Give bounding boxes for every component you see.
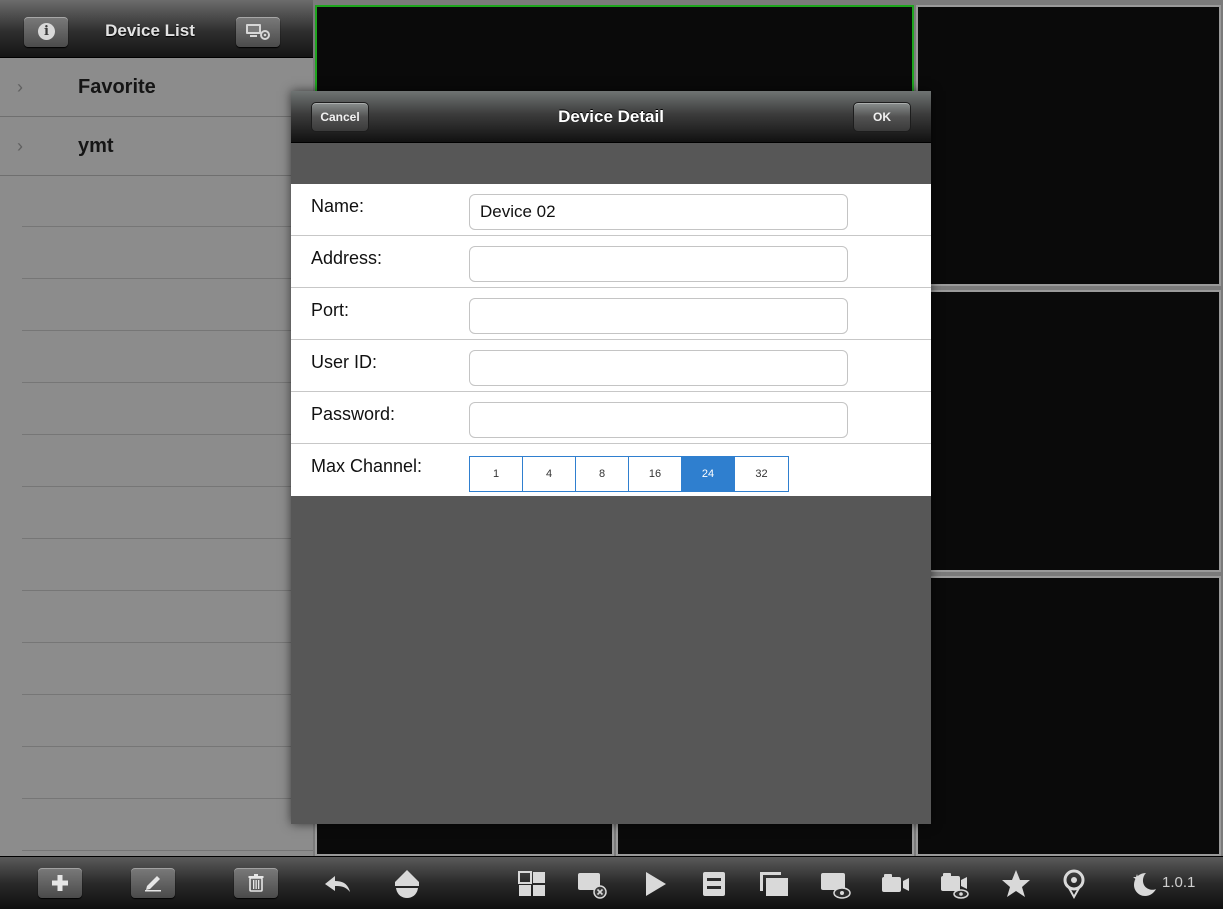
list-divider [22, 694, 313, 695]
chevron-right-icon: › [17, 77, 23, 97]
list-divider [22, 226, 313, 227]
list-divider [22, 278, 313, 279]
channel-option-8[interactable]: 8 [576, 457, 629, 491]
channel-option-1[interactable]: 1 [470, 457, 523, 491]
chevron-right-icon: › [17, 136, 23, 156]
list-divider [22, 850, 313, 851]
list-divider [22, 434, 313, 435]
device-group-label: Favorite [78, 76, 156, 98]
info-button[interactable]: i [24, 17, 68, 47]
device-settings-button[interactable] [236, 17, 280, 47]
channel-option-32[interactable]: 32 [735, 457, 788, 491]
app-version-label: 1.0.1 [1162, 874, 1196, 891]
max-channel-label: Max Channel: [311, 456, 423, 476]
form-row-name: Name: [291, 184, 931, 236]
fullscreen-icon[interactable] [757, 867, 791, 901]
bottom-toolbar: 1.0.1 [0, 856, 1223, 909]
port-label: Port: [311, 300, 350, 320]
device-settings-icon [246, 24, 270, 40]
user-id-label: User ID: [311, 352, 378, 372]
password-field[interactable] [469, 402, 848, 438]
layout-icon[interactable] [515, 867, 549, 901]
name-field[interactable] [469, 194, 848, 230]
list-divider [22, 642, 313, 643]
info-icon: i [38, 23, 55, 40]
record-icon[interactable] [878, 867, 912, 901]
port-field[interactable] [469, 298, 848, 334]
favorite-star-icon[interactable] [999, 867, 1033, 901]
form-row-address: Address: [291, 236, 931, 288]
cancel-button[interactable]: Cancel [311, 102, 369, 132]
video-cell[interactable] [916, 290, 1221, 572]
list-divider [22, 590, 313, 591]
form-row-user-id: User ID: [291, 340, 931, 392]
channel-option-24[interactable]: 24 [682, 457, 735, 491]
delete-device-button[interactable] [234, 868, 278, 898]
video-cell[interactable] [916, 576, 1221, 856]
password-label: Password: [311, 404, 396, 424]
location-icon[interactable] [1057, 867, 1091, 901]
add-icon [52, 875, 68, 891]
device-group-ymt[interactable]: › ymt [0, 117, 313, 176]
video-cell[interactable] [916, 5, 1221, 286]
add-device-button[interactable] [38, 868, 82, 898]
ok-button[interactable]: OK [853, 102, 911, 132]
ptz-icon[interactable] [390, 867, 424, 901]
device-list-sidebar: i Device List › Favorite › ymt [0, 0, 313, 856]
record-view-icon[interactable] [937, 867, 971, 901]
address-field[interactable] [469, 246, 848, 282]
dialog-title: Device Detail [558, 107, 664, 126]
night-mode-icon[interactable] [1126, 867, 1160, 901]
form-row-password: Password: [291, 392, 931, 444]
device-form: Name: Address: Port: User ID: Password: … [291, 184, 931, 496]
device-detail-dialog: Cancel Device Detail OK Name: Address: P… [291, 91, 931, 824]
sidebar-header: i Device List [0, 0, 313, 58]
sidebar-title: Device List [105, 21, 195, 40]
list-divider [22, 538, 313, 539]
close-view-icon[interactable] [575, 867, 609, 901]
form-row-max-channel: Max Channel: 1 4 8 16 24 32 [291, 444, 931, 496]
switch-icon[interactable] [697, 867, 731, 901]
delete-icon [248, 874, 264, 892]
address-label: Address: [311, 248, 383, 268]
device-group-label: ymt [78, 135, 114, 157]
back-arrow-icon[interactable] [321, 867, 355, 901]
device-group-favorite[interactable]: › Favorite [0, 58, 313, 117]
play-icon[interactable] [638, 867, 672, 901]
list-divider [22, 746, 313, 747]
list-divider [22, 798, 313, 799]
form-row-port: Port: [291, 288, 931, 340]
view-icon[interactable] [818, 867, 852, 901]
channel-option-16[interactable]: 16 [629, 457, 682, 491]
list-divider [22, 486, 313, 487]
max-channel-segmented-control: 1 4 8 16 24 32 [469, 456, 789, 492]
edit-device-button[interactable] [131, 868, 175, 898]
dialog-nav-bar: Cancel Device Detail OK [291, 91, 931, 143]
list-divider [22, 382, 313, 383]
channel-option-4[interactable]: 4 [523, 457, 576, 491]
list-divider [22, 330, 313, 331]
name-label: Name: [311, 196, 365, 216]
edit-icon [145, 876, 161, 892]
user-id-field[interactable] [469, 350, 848, 386]
